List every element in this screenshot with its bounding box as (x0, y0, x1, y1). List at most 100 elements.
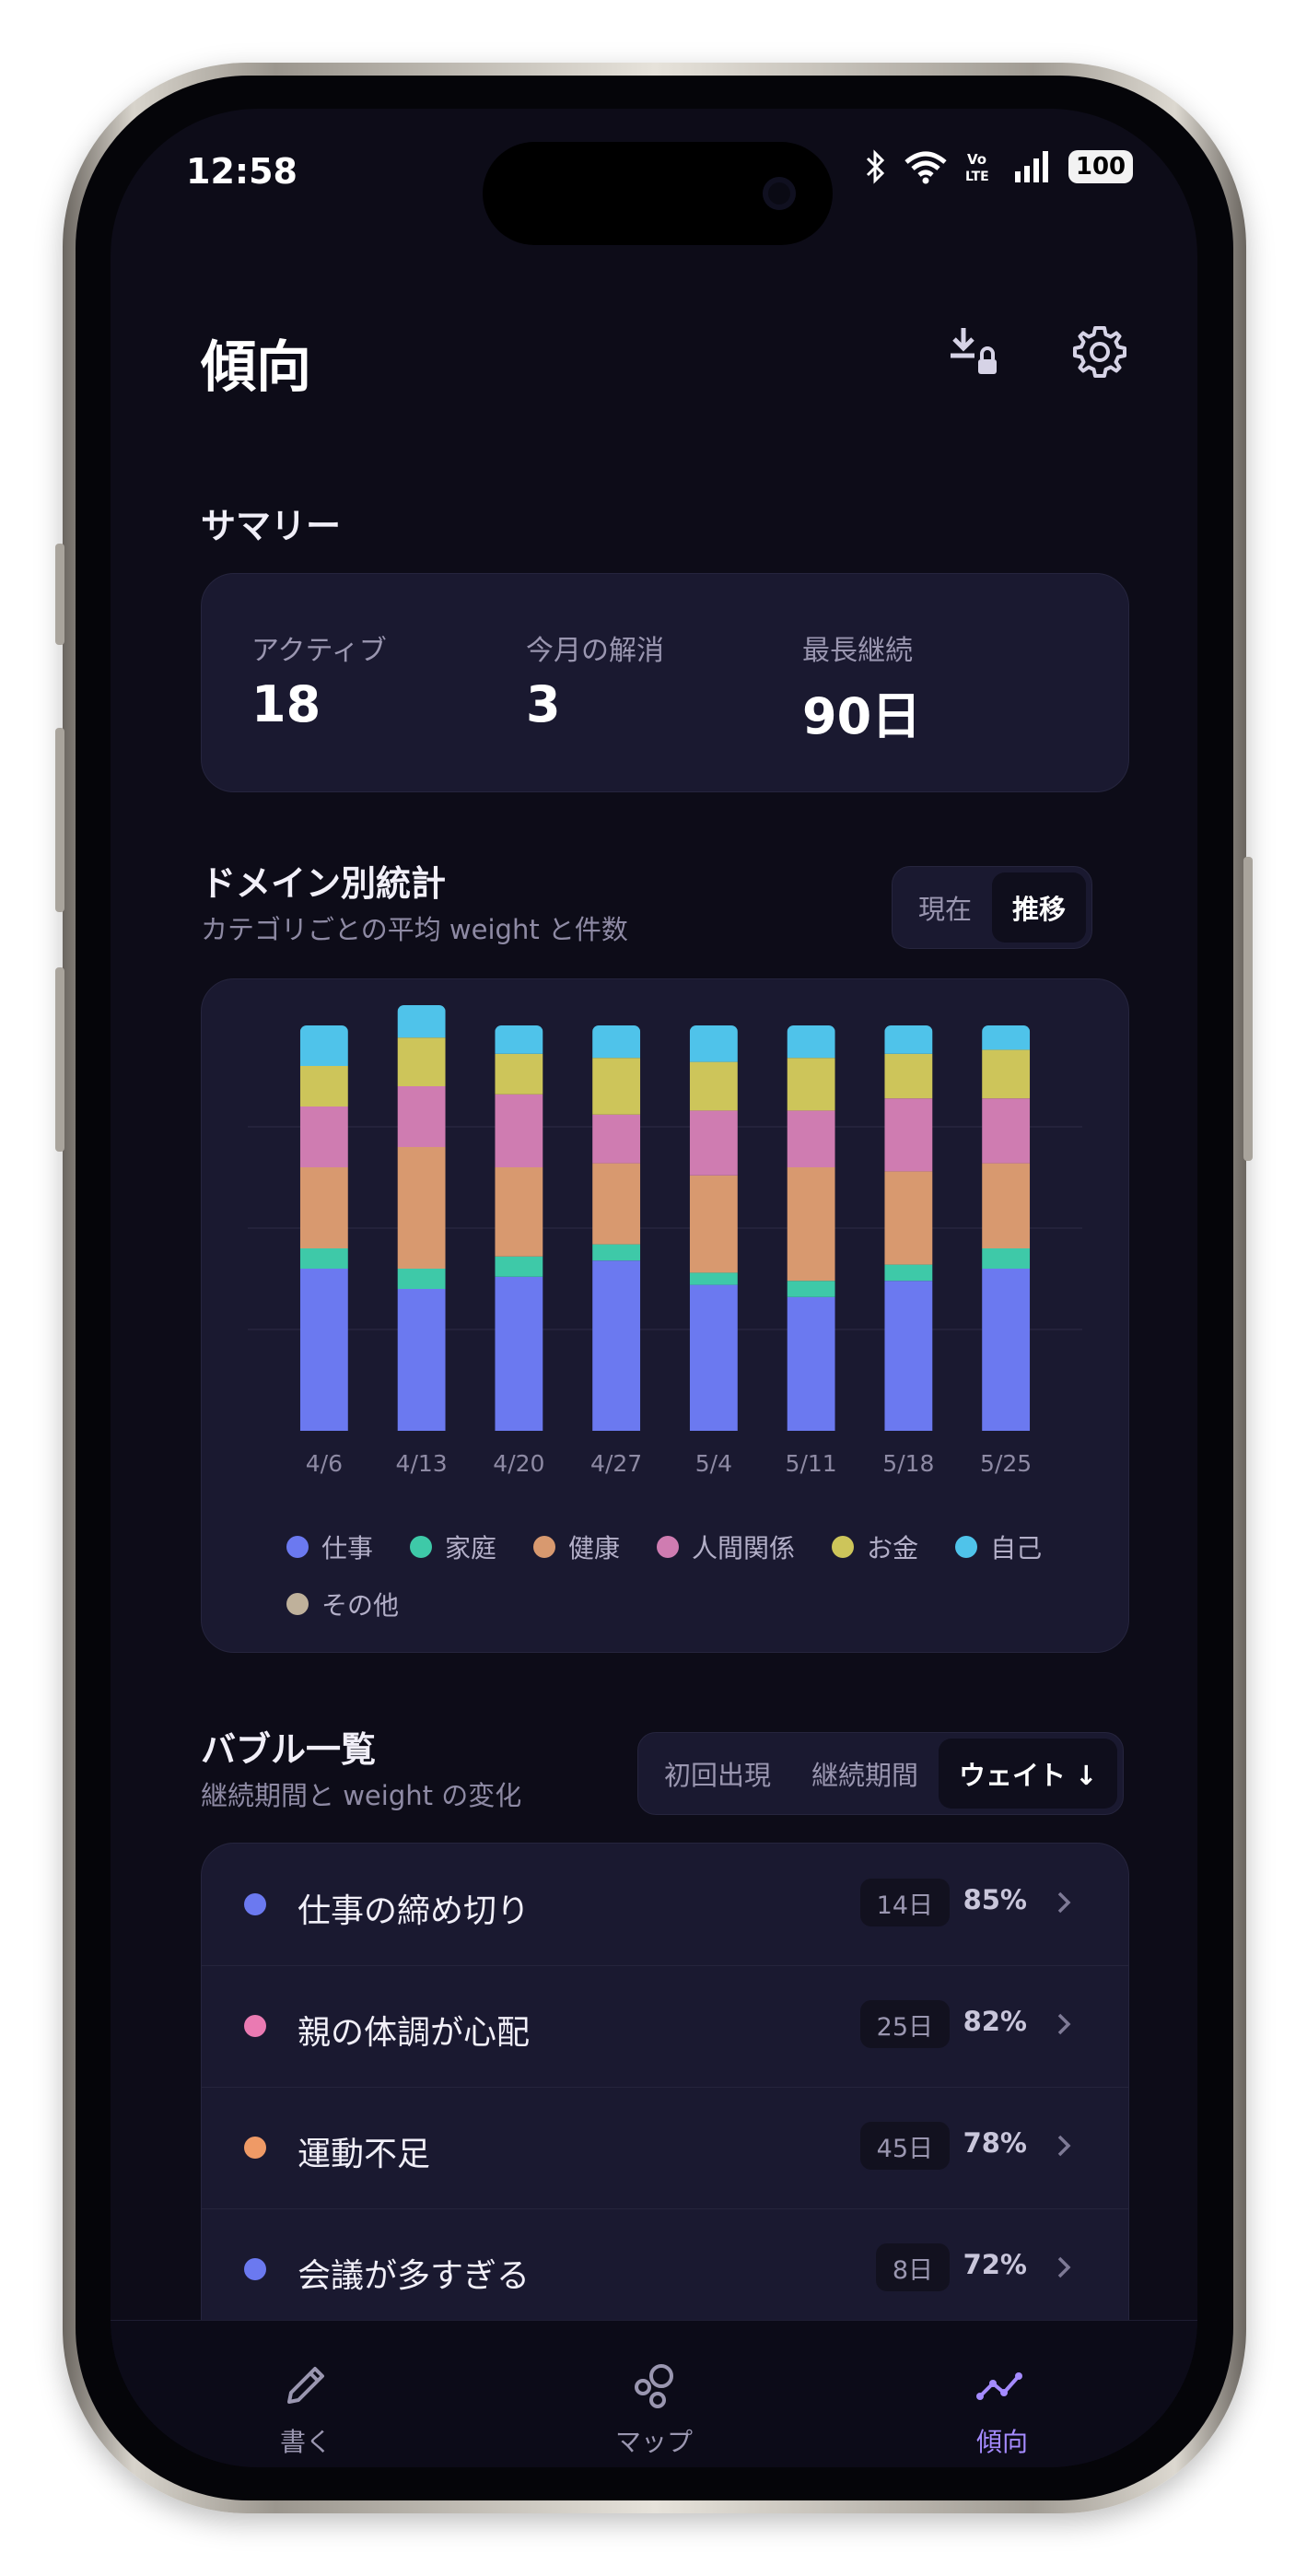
chart-bar-segment (689, 1110, 738, 1176)
nav-trends[interactable]: 傾向 (910, 2358, 1094, 2459)
nav-write-label: 書く (279, 2427, 332, 2457)
bubble-color-dot (244, 2015, 266, 2037)
domain-stats-subtitle: カテゴリごとの平均 weight と件数 (201, 914, 628, 945)
toggle-current[interactable]: 現在 (898, 872, 992, 943)
volume-down-button (55, 967, 64, 1152)
stat-resolved-value: 3 (526, 675, 561, 733)
chart-bar-segment (299, 1066, 348, 1107)
bubble-list-item[interactable]: 会議が多すぎる 8日 72% (202, 2208, 1128, 2331)
bubble-color-dot (244, 2258, 266, 2280)
sort-first-seen[interactable]: 初回出現 (644, 1739, 791, 1809)
legend-item: お金 (832, 1528, 918, 1565)
chart-bar-segment (689, 1025, 738, 1062)
chart-bar-segment (787, 1025, 835, 1059)
bubble-name: 仕事の締め切り (298, 1892, 531, 1930)
bubble-weight: 85% (963, 1884, 1027, 1915)
battery-indicator: 100 (1068, 150, 1133, 183)
chart-bar-segment (982, 1248, 1031, 1269)
legend-item: 家庭 (410, 1528, 496, 1565)
legend-swatch (410, 1536, 433, 1558)
chart-bar-segment (982, 1049, 1031, 1099)
legend-item: 人間関係 (657, 1528, 795, 1565)
bubble-list-item[interactable]: 親の体調が心配 25日 82% (202, 1965, 1128, 2088)
legend-item: 健康 (533, 1528, 620, 1565)
bubble-sort-toggle: 初回出現 継続期間 ウェイト ↓ (637, 1732, 1125, 1815)
bubble-list-item[interactable]: 運動不足 45日 78% (202, 2087, 1128, 2209)
bubble-color-dot (244, 2137, 266, 2159)
front-camera (763, 177, 796, 210)
chart-x-tick-label: 4/20 (493, 1450, 544, 1477)
bottom-nav: 書く マップ 傾向 (111, 2320, 1197, 2467)
chart-bar-stack (982, 1025, 1031, 1431)
chart-bar-segment (592, 1025, 641, 1059)
chart-bar-segment (397, 1147, 446, 1269)
chevron-right-icon (1057, 2135, 1071, 2157)
chart-bar-segment (592, 1163, 641, 1245)
chart-bar-segment (495, 1256, 543, 1277)
chart-bar-segment (495, 1053, 543, 1095)
app-screen: 12:58 Vo LTE 100 傾向 サマリー アクティブ 18 今月の解消 3… (111, 109, 1197, 2467)
bubbles-icon (635, 2364, 673, 2408)
stat-active-label: アクティブ (251, 635, 387, 667)
sort-weight[interactable]: ウェイト ↓ (939, 1739, 1118, 1809)
pencil-icon (287, 2367, 324, 2404)
chart-bar-segment (689, 1175, 738, 1273)
chart-x-tick-label: 4/6 (306, 1450, 343, 1477)
bubble-list-subtitle: 継続期間と weight の変化 (201, 1780, 522, 1811)
legend-swatch (533, 1536, 556, 1558)
chart-bar-segment (592, 1058, 641, 1115)
domain-stats-title: ドメイン別統計 (201, 863, 447, 904)
trend-line-icon (976, 2372, 1022, 2400)
legend-item: 自己 (955, 1528, 1042, 1565)
domain-chart-card: 4/6 4/13 4/20 4/27 5/4 5/11 5/18 5/25 仕事 家庭 健康 人間関… (201, 978, 1129, 1653)
chart-bar-segment (299, 1248, 348, 1269)
chart-bar-segment (495, 1276, 543, 1431)
chart-bar-segment (397, 1269, 446, 1289)
bubble-list-item[interactable]: 仕事の締め切り 14日 85% (202, 1844, 1128, 1966)
legend-label: 人間関係 (692, 1533, 796, 1563)
download-lock-icon[interactable] (945, 322, 1004, 381)
volume-up-button (55, 728, 64, 912)
legend-swatch (832, 1536, 855, 1558)
legend-swatch (657, 1536, 680, 1558)
chart-x-tick-label: 5/18 (882, 1450, 934, 1477)
bubble-weight: 72% (963, 2249, 1027, 2280)
chart-bar-stack (397, 1005, 446, 1431)
chart-x-tick-label: 5/4 (695, 1450, 732, 1477)
legend-item: その他 (286, 1586, 399, 1622)
stacked-bar-chart: 4/6 4/13 4/20 4/27 5/4 5/11 5/18 5/25 (248, 1005, 1082, 1477)
chart-bar-stack (299, 1025, 348, 1431)
chart-bar-segment (787, 1281, 835, 1297)
legend-item: 仕事 (286, 1528, 373, 1565)
nav-write[interactable]: 書く (214, 2358, 398, 2459)
legend-label: 家庭 (445, 1533, 497, 1563)
bubble-weight: 82% (963, 2006, 1027, 2037)
chart-bar-segment (299, 1167, 348, 1248)
status-time: 12:58 (186, 151, 298, 192)
gear-icon[interactable] (1070, 322, 1129, 381)
chart-x-tick-label: 5/25 (980, 1450, 1032, 1477)
page-title: 傾向 (201, 335, 311, 400)
bubble-name: 運動不足 (298, 2136, 431, 2173)
toggle-trend[interactable]: 推移 (992, 872, 1087, 943)
nav-trends-label: 傾向 (975, 2427, 1028, 2457)
sort-duration[interactable]: 継続期間 (791, 1739, 939, 1809)
chart-x-tick-label: 5/11 (786, 1450, 837, 1477)
legend-label: その他 (321, 1590, 400, 1621)
legend-label: 健康 (568, 1533, 621, 1563)
legend-label: 仕事 (321, 1533, 374, 1563)
chart-bar-segment (884, 1053, 933, 1099)
bubble-duration: 45日 (859, 2122, 950, 2170)
legend-label: 自己 (990, 1533, 1043, 1563)
nav-map[interactable]: マップ (562, 2358, 746, 2459)
chart-bar-segment (884, 1025, 933, 1054)
chart-bar-segment (689, 1272, 738, 1285)
chart-bar-segment (397, 1289, 446, 1431)
chart-bar-segment (299, 1107, 348, 1167)
legend-swatch (955, 1536, 978, 1558)
stat-longest-label: 最長継続 (802, 635, 913, 667)
chart-bar-stack (495, 1025, 543, 1431)
chart-bar-segment (982, 1098, 1031, 1164)
chevron-right-icon (1057, 2256, 1071, 2278)
chevron-right-icon (1057, 2013, 1071, 2035)
